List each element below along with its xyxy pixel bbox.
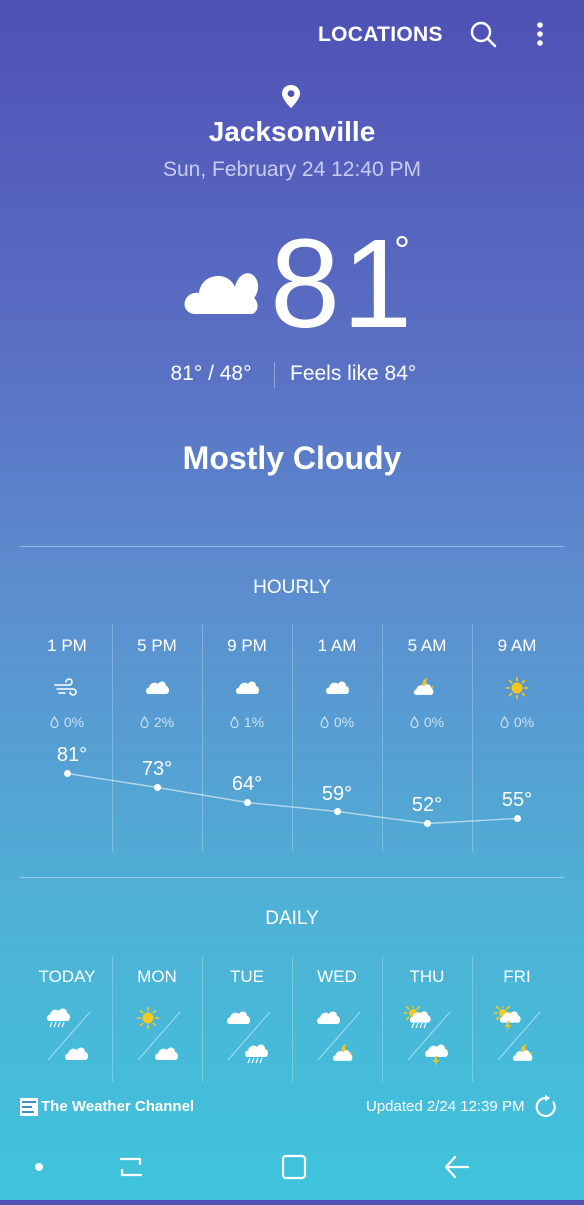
column-divider — [112, 956, 113, 1082]
hourly-temperature-line — [67, 772, 518, 825]
weather-channel-link[interactable]: The Weather Channel — [41, 1098, 194, 1115]
divider — [20, 877, 564, 878]
refresh-icon[interactable] — [533, 1094, 559, 1120]
column-divider — [292, 956, 293, 1082]
weather-channel-logo[interactable] — [20, 1098, 38, 1116]
day-name: TUE — [230, 967, 264, 986]
daily-title: DAILY — [265, 908, 319, 929]
cloud-rain-icon — [44, 1006, 72, 1030]
navigation-bar — [0, 1132, 584, 1200]
cloud-icon — [314, 1006, 342, 1030]
moon-cloud-icon — [332, 1042, 360, 1066]
column-divider — [382, 956, 383, 1082]
day-name: WED — [317, 967, 357, 986]
day-name: TODAY — [38, 967, 96, 986]
sun-cloud-thunder-icon — [493, 1003, 522, 1032]
back-icon[interactable] — [444, 1155, 470, 1179]
home-icon[interactable] — [281, 1154, 307, 1180]
sun-icon — [134, 1006, 162, 1030]
cloud-icon — [152, 1042, 180, 1066]
day-name: THU — [409, 967, 445, 986]
day-name: FRI — [503, 967, 531, 986]
cloud-icon — [224, 1006, 252, 1030]
column-divider — [472, 956, 473, 1082]
recents-icon[interactable] — [120, 1157, 142, 1177]
sun-cloud-rain-icon — [403, 1003, 432, 1030]
cloud-icon — [62, 1042, 90, 1066]
column-divider — [202, 956, 203, 1082]
dot-icon[interactable] — [35, 1163, 43, 1171]
cloud-rain-icon — [242, 1042, 270, 1066]
day-name: MON — [137, 967, 177, 986]
cloud-thunder-icon — [422, 1042, 450, 1067]
moon-cloud-icon — [512, 1042, 540, 1066]
updated-time: Updated 2/24 12:39 PM — [366, 1098, 525, 1115]
